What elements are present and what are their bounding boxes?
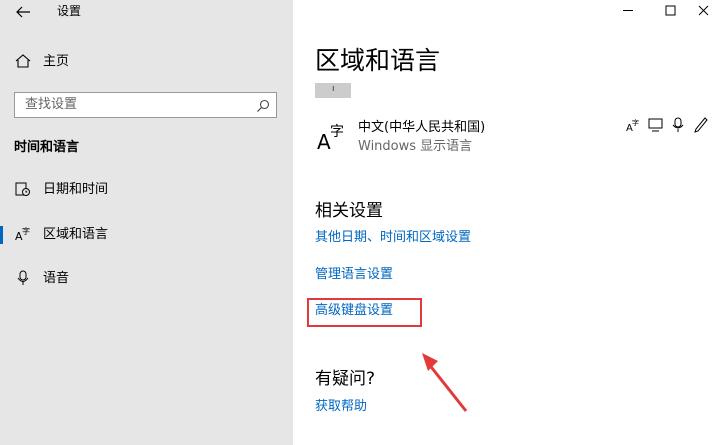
sidebar-item-label: 区域和语言	[43, 227, 109, 242]
calendar-clock-icon	[14, 180, 32, 198]
minimize-button[interactable]	[605, 0, 651, 22]
sidebar-item-region-language[interactable]: A字 区域和语言	[0, 220, 293, 250]
svg-text:字: 字	[632, 118, 639, 127]
svg-text:字: 字	[330, 124, 344, 140]
speech-icon	[670, 116, 686, 134]
language-icon: A字	[14, 225, 32, 243]
link-manage-language[interactable]: 管理语言设置	[315, 266, 393, 284]
close-icon	[698, 5, 709, 16]
sidebar-item-speech[interactable]: 语音	[0, 264, 293, 294]
language-subtitle: Windows 显示语言	[358, 139, 473, 154]
sidebar-item-home[interactable]: 主页	[0, 47, 293, 77]
pen-icon	[692, 116, 708, 134]
sidebar-item-label: 日期和时间	[43, 182, 109, 197]
link-other-date-time-region[interactable]: 其他日期、时间和区域设置	[315, 229, 471, 247]
sidebar-section-header: 时间和语言	[14, 140, 80, 155]
handwriting-icon	[648, 116, 664, 134]
minimize-icon	[623, 10, 633, 11]
language-icon: A字	[316, 121, 350, 154]
related-settings-header: 相关设置	[315, 201, 383, 221]
annotation-highlight-box	[307, 298, 422, 327]
selection-indicator	[0, 226, 3, 244]
sidebar-item-date-time[interactable]: 日期和时间	[0, 175, 293, 205]
svg-text:字: 字	[22, 226, 30, 236]
search-placeholder: 查找设置	[25, 97, 78, 112]
sidebar-item-label: 主页	[43, 54, 70, 69]
search-icon[interactable]	[256, 98, 270, 112]
svg-text:A: A	[317, 130, 331, 153]
back-arrow-icon[interactable]	[13, 2, 33, 22]
microphone-icon	[14, 269, 32, 287]
window-title: 设置	[57, 4, 82, 18]
language-pack-icon: A字	[626, 116, 642, 134]
home-icon	[14, 52, 32, 70]
sidebar: 设置 主页 查找设置 时间和语言 日期和时间 A字 区域和语言 语音	[0, 0, 293, 445]
close-button[interactable]	[681, 0, 727, 22]
search-input[interactable]: 查找设置	[14, 92, 277, 118]
language-name[interactable]: 中文(中华人民共和国)	[358, 119, 485, 137]
sidebar-item-label: 语音	[43, 271, 70, 286]
annotation-arrow-icon	[422, 353, 468, 412]
link-get-help[interactable]: 获取帮助	[315, 398, 367, 416]
add-language-button[interactable]: ı	[315, 83, 351, 98]
page-title: 区域和语言	[315, 46, 441, 75]
help-header: 有疑问?	[315, 369, 376, 389]
